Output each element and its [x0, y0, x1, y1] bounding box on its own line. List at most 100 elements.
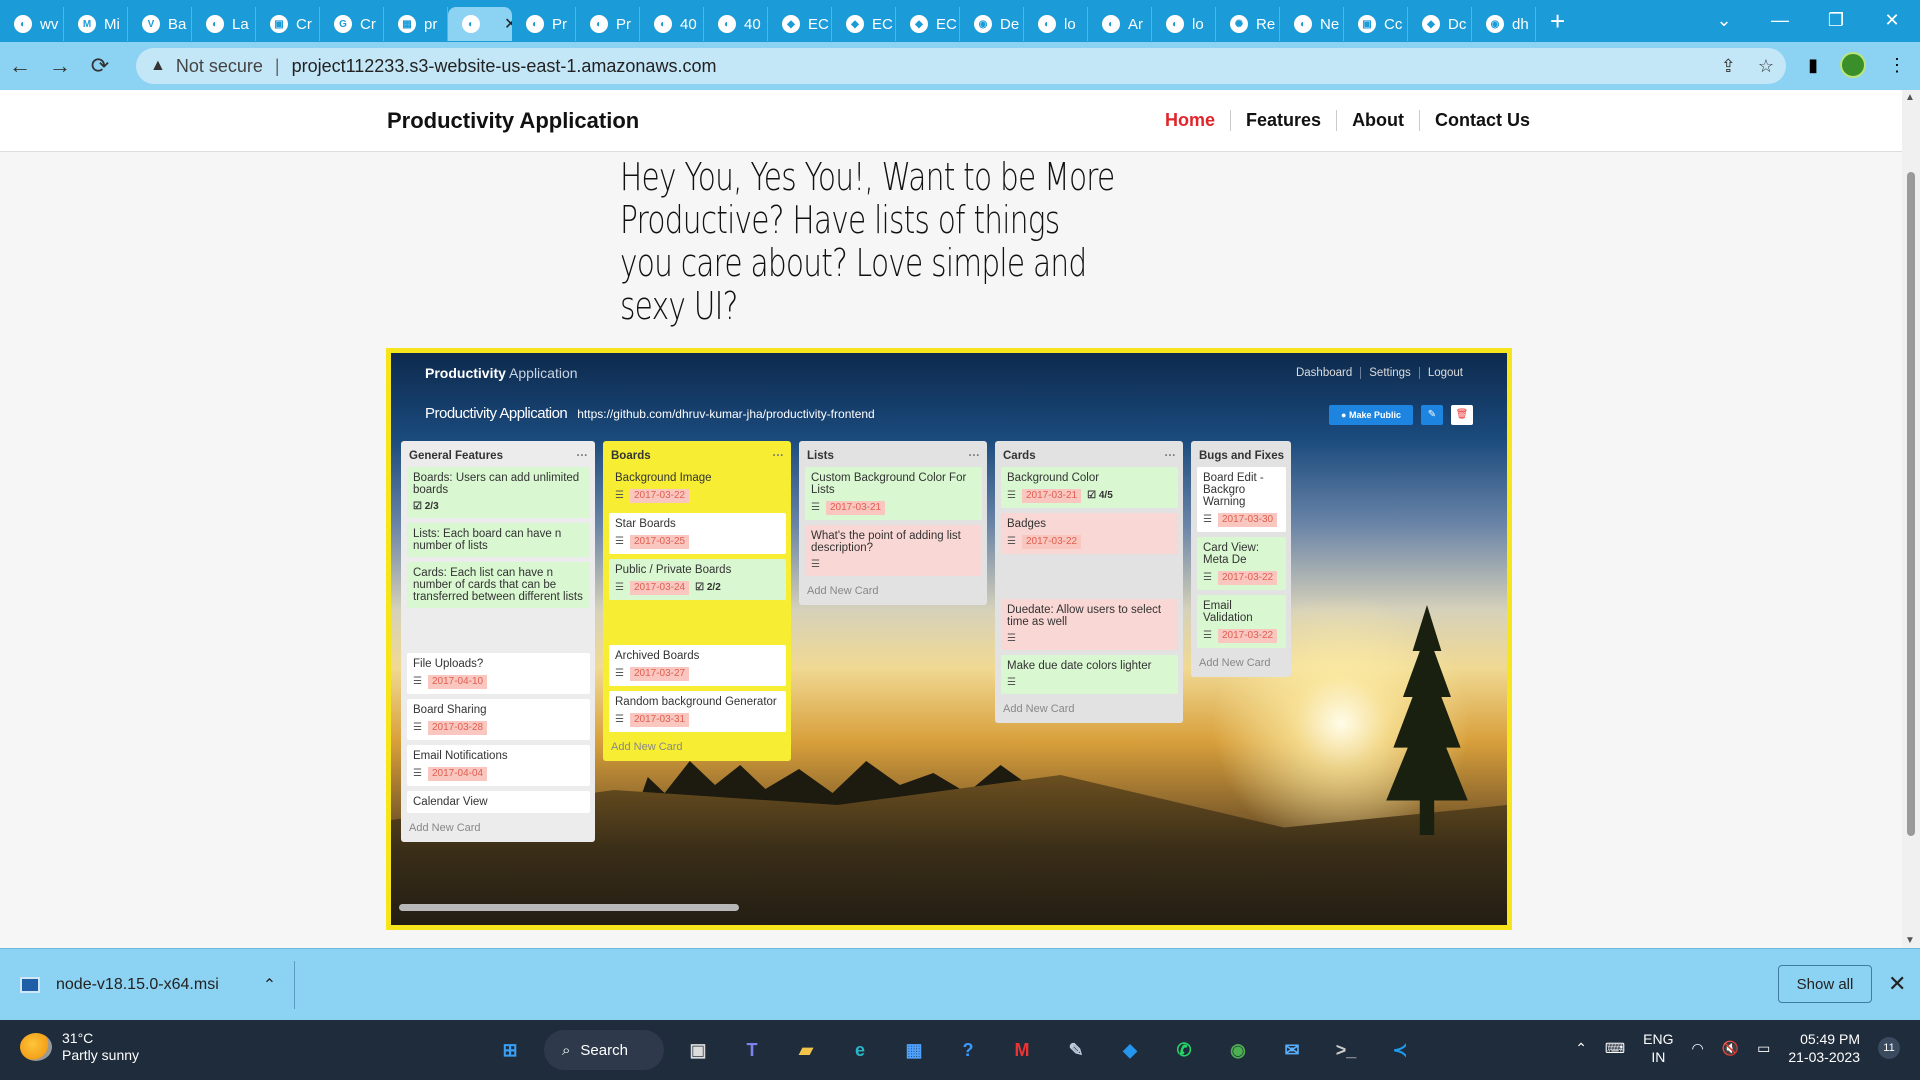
- docker-icon[interactable]: ◆: [1110, 1030, 1150, 1070]
- tab-active[interactable]: ◐ ✕: [448, 7, 512, 41]
- forward-button[interactable]: →: [40, 53, 80, 79]
- inner-nav-settings: Settings: [1360, 367, 1419, 379]
- browser-tab[interactable]: ◐ lo: [1152, 7, 1216, 41]
- window-controls: ⌄ — ❐ ✕: [1696, 0, 1920, 40]
- chrome-icon[interactable]: ◉: [1218, 1030, 1258, 1070]
- inner-nav: Dashboard Settings Logout: [1288, 367, 1471, 379]
- battery-icon[interactable]: ▭: [1757, 1040, 1770, 1057]
- browser-tab[interactable]: ◐ 40: [704, 7, 768, 41]
- menu-icon[interactable]: ⋮: [1888, 55, 1906, 76]
- mute-icon[interactable]: 🔇: [1722, 1040, 1739, 1057]
- page-scrollbar[interactable]: ▲ ▼: [1902, 90, 1920, 948]
- whatsapp-icon[interactable]: ✆: [1164, 1030, 1204, 1070]
- browser-tab[interactable]: ◆ EC: [768, 7, 832, 41]
- due-date-badge: 2017-03-22: [1021, 535, 1082, 549]
- url-text[interactable]: project112233.s3-website-us-east-1.amazo…: [292, 56, 717, 77]
- browser-tab[interactable]: ◐ 40: [640, 7, 704, 41]
- chevron-up-icon[interactable]: ⌃: [263, 975, 276, 995]
- browser-tab[interactable]: ◐ lo: [1024, 7, 1088, 41]
- taskbar-apps: ⊞ ⌕ Search ▣ T ▰ e ▦? M ✎ ◆ ✆ ◉ ✉ >_ ≺: [490, 1030, 1420, 1070]
- browser-tab[interactable]: M Mi: [64, 7, 128, 41]
- card-meta: ☰ 2017-03-22: [615, 489, 780, 503]
- help-icon[interactable]: ?: [948, 1030, 988, 1070]
- checklist-badge: ☑ 4/5: [1087, 490, 1113, 501]
- browser-tab[interactable]: ◆ EC: [832, 7, 896, 41]
- browser-tab[interactable]: ◉ De: [960, 7, 1024, 41]
- globe-icon: ◐: [1166, 15, 1184, 33]
- checkbox-icon: ☑: [413, 501, 425, 512]
- aws-icon: ◆: [846, 15, 864, 33]
- taskbar-search[interactable]: ⌕ Search: [544, 1030, 664, 1070]
- browser-tab[interactable]: ◉ dh: [1472, 7, 1536, 41]
- browser-tab[interactable]: ◐ wv: [0, 7, 64, 41]
- star-icon[interactable]: ☆: [1758, 56, 1774, 77]
- nav-about[interactable]: About: [1336, 110, 1419, 131]
- due-date-badge: 2017-04-10: [427, 675, 488, 689]
- minimize-button[interactable]: —: [1752, 10, 1808, 31]
- profile-avatar[interactable]: [1840, 52, 1866, 78]
- weather-widget[interactable]: 31°C Partly sunny: [20, 1030, 139, 1064]
- mcafee-icon[interactable]: M: [1002, 1030, 1042, 1070]
- close-tab-icon[interactable]: ✕: [504, 14, 512, 34]
- share-icon[interactable]: ⇪: [1721, 56, 1736, 77]
- file-explorer-icon[interactable]: ▰: [786, 1030, 826, 1070]
- download-filename[interactable]: node-v18.15.0-x64.msi: [56, 976, 219, 994]
- terminal-icon[interactable]: >_: [1326, 1030, 1366, 1070]
- nav-home[interactable]: Home: [1150, 110, 1230, 131]
- new-tab-button[interactable]: +: [1550, 6, 1565, 37]
- notification-badge[interactable]: 11: [1878, 1037, 1900, 1059]
- close-window-button[interactable]: ✕: [1864, 10, 1920, 31]
- show-all-button[interactable]: Show all: [1778, 965, 1872, 1003]
- vscode-icon[interactable]: ≺: [1380, 1030, 1420, 1070]
- reload-button[interactable]: ⟳: [80, 53, 120, 79]
- browser-tab[interactable]: ◆ EC: [896, 7, 960, 41]
- clock[interactable]: 05:49 PM 21-03-2023: [1788, 1030, 1860, 1066]
- restore-button[interactable]: ❐: [1808, 10, 1864, 31]
- browser-tab[interactable]: ◐ Pr: [576, 7, 640, 41]
- teams-icon[interactable]: T: [732, 1030, 772, 1070]
- download-item[interactable]: node-v18.15.0-x64.msi ⌃: [20, 975, 276, 995]
- nav-features[interactable]: Features: [1230, 110, 1336, 131]
- aws-icon: ◆: [782, 15, 800, 33]
- browser-tab[interactable]: ◐ Pr: [512, 7, 576, 41]
- browser-tab[interactable]: ▦ pr: [384, 7, 448, 41]
- scroll-thumb[interactable]: [1907, 172, 1915, 836]
- sidebar-icon[interactable]: ▮: [1808, 55, 1818, 76]
- omnibox[interactable]: ▲ Not secure | project112233.s3-website-…: [136, 48, 1786, 84]
- browser-tab[interactable]: ◆ Dc: [1408, 7, 1472, 41]
- browser-tab[interactable]: ◐ La: [192, 7, 256, 41]
- board-list: Lists ··· Custom Background Color For List…: [799, 441, 987, 605]
- site-brand[interactable]: Productivity Application: [387, 108, 639, 134]
- back-button[interactable]: ←: [0, 53, 40, 79]
- wifi-icon[interactable]: ◠: [1691, 1040, 1703, 1057]
- browser-tab[interactable]: ▣ Cr: [256, 7, 320, 41]
- card-meta: ☑ 2/3: [413, 501, 584, 513]
- browser-tab[interactable]: G Cr: [320, 7, 384, 41]
- delete-icon: 🗑: [1451, 405, 1473, 425]
- nav-contact-us[interactable]: Contact Us: [1419, 110, 1545, 131]
- language-indicator[interactable]: ENG IN: [1643, 1030, 1673, 1066]
- tab-search-chevron-icon[interactable]: ⌄: [1696, 10, 1752, 31]
- windows-icon[interactable]: ⊞: [490, 1030, 530, 1070]
- keyboard-icon[interactable]: ⌨: [1605, 1040, 1625, 1057]
- scroll-down-icon[interactable]: ▼: [1905, 935, 1915, 946]
- browser-tab[interactable]: ▣ Cc: [1344, 7, 1408, 41]
- browser-tab[interactable]: ◐ Ar: [1088, 7, 1152, 41]
- chevron-up-icon[interactable]: ⌃: [1575, 1040, 1587, 1057]
- browser-tab[interactable]: ◐ Ne: [1280, 7, 1344, 41]
- store-icon[interactable]: ▦: [894, 1030, 934, 1070]
- browser-tab[interactable]: ✺ Re: [1216, 7, 1280, 41]
- board-card: Board Edit - Backgro Warning ☰ 2017-03-30: [1197, 467, 1286, 532]
- close-downloads-icon[interactable]: ✕: [1888, 971, 1906, 997]
- security-label: Not secure: [175, 55, 263, 76]
- task-view-icon[interactable]: ▣: [678, 1030, 718, 1070]
- due-date-badge: 2017-03-30: [1217, 513, 1278, 527]
- mail-icon[interactable]: ✉: [1272, 1030, 1312, 1070]
- tab-label: 40: [744, 15, 761, 33]
- globe-icon: ◐: [718, 15, 736, 33]
- notepad-icon[interactable]: ✎: [1056, 1030, 1096, 1070]
- browser-tab[interactable]: V Ba: [128, 7, 192, 41]
- tab-label: EC: [936, 15, 957, 33]
- edge-icon[interactable]: e: [840, 1030, 880, 1070]
- scroll-up-icon[interactable]: ▲: [1905, 92, 1915, 103]
